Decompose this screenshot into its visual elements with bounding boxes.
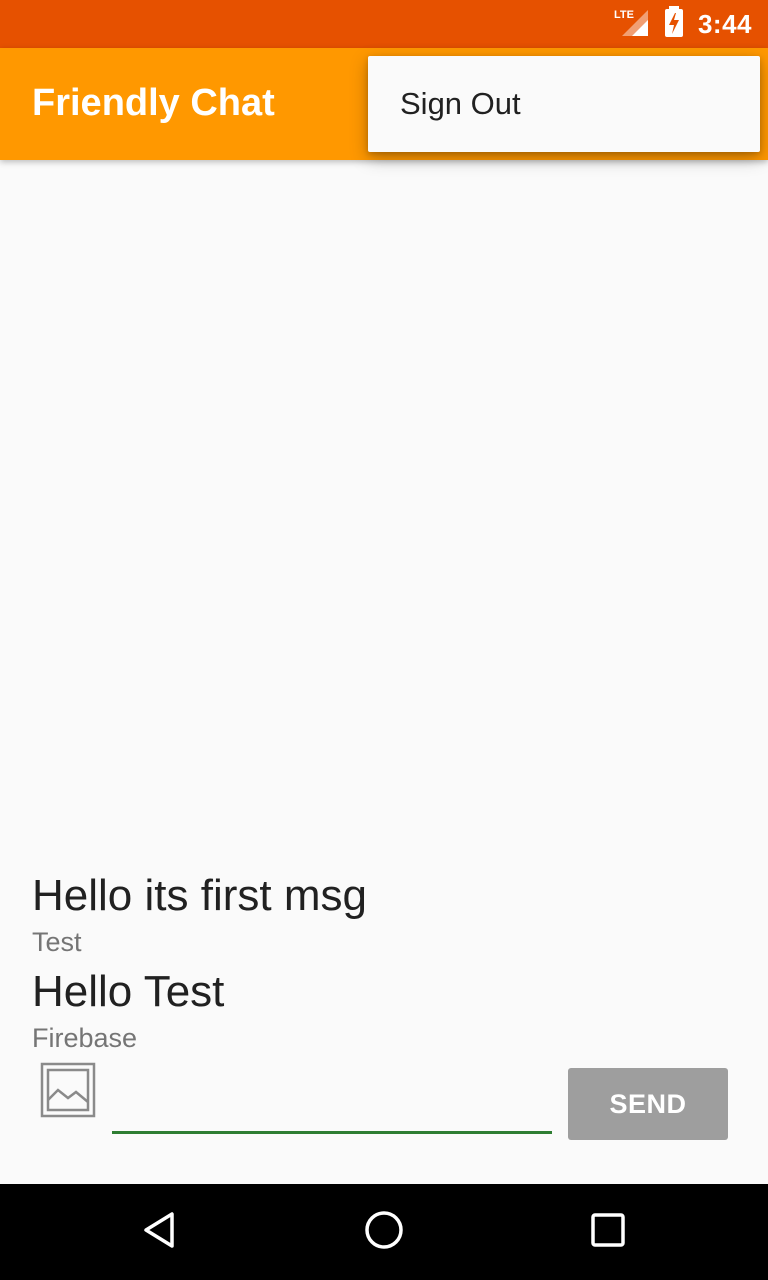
message-text: Hello its first msg (32, 871, 367, 920)
chat-screen: LTE 3:44 Friendly Chat Sign Out Hello it… (0, 0, 768, 1280)
status-time: 3:44 (697, 8, 752, 39)
send-button[interactable]: SEND (568, 1068, 728, 1140)
battery-charging-icon (664, 5, 684, 43)
sign-out-menu-item[interactable]: Sign Out (368, 56, 760, 152)
status-icons: LTE 3:44 (614, 0, 752, 48)
lte-signal-icon: LTE (614, 6, 650, 43)
message-input[interactable] (112, 1070, 552, 1134)
message-list: Hello its first msg Test Hello Test Fire… (32, 868, 736, 1060)
message-sender: Test (32, 927, 82, 957)
message-sender: Firebase (32, 1023, 138, 1053)
status-bar: LTE 3:44 (0, 0, 768, 48)
image-icon (40, 1062, 96, 1123)
message-composer: SEND (0, 1060, 768, 1160)
home-circle-icon (362, 1208, 406, 1257)
app-title: Friendly Chat (32, 82, 275, 124)
message-item: Hello its first msg Test (32, 868, 736, 960)
home-button[interactable] (360, 1208, 408, 1256)
message-item: Hello Test Firebase (32, 964, 736, 1056)
navigation-bar (0, 1184, 768, 1280)
back-triangle-icon (140, 1210, 180, 1255)
back-button[interactable] (136, 1208, 184, 1256)
svg-text:LTE: LTE (614, 9, 634, 21)
add-image-button[interactable] (38, 1062, 98, 1122)
message-text: Hello Test (32, 967, 225, 1016)
recents-button[interactable] (584, 1208, 632, 1256)
recents-square-icon (588, 1210, 628, 1255)
overflow-menu: Sign Out (368, 56, 760, 152)
